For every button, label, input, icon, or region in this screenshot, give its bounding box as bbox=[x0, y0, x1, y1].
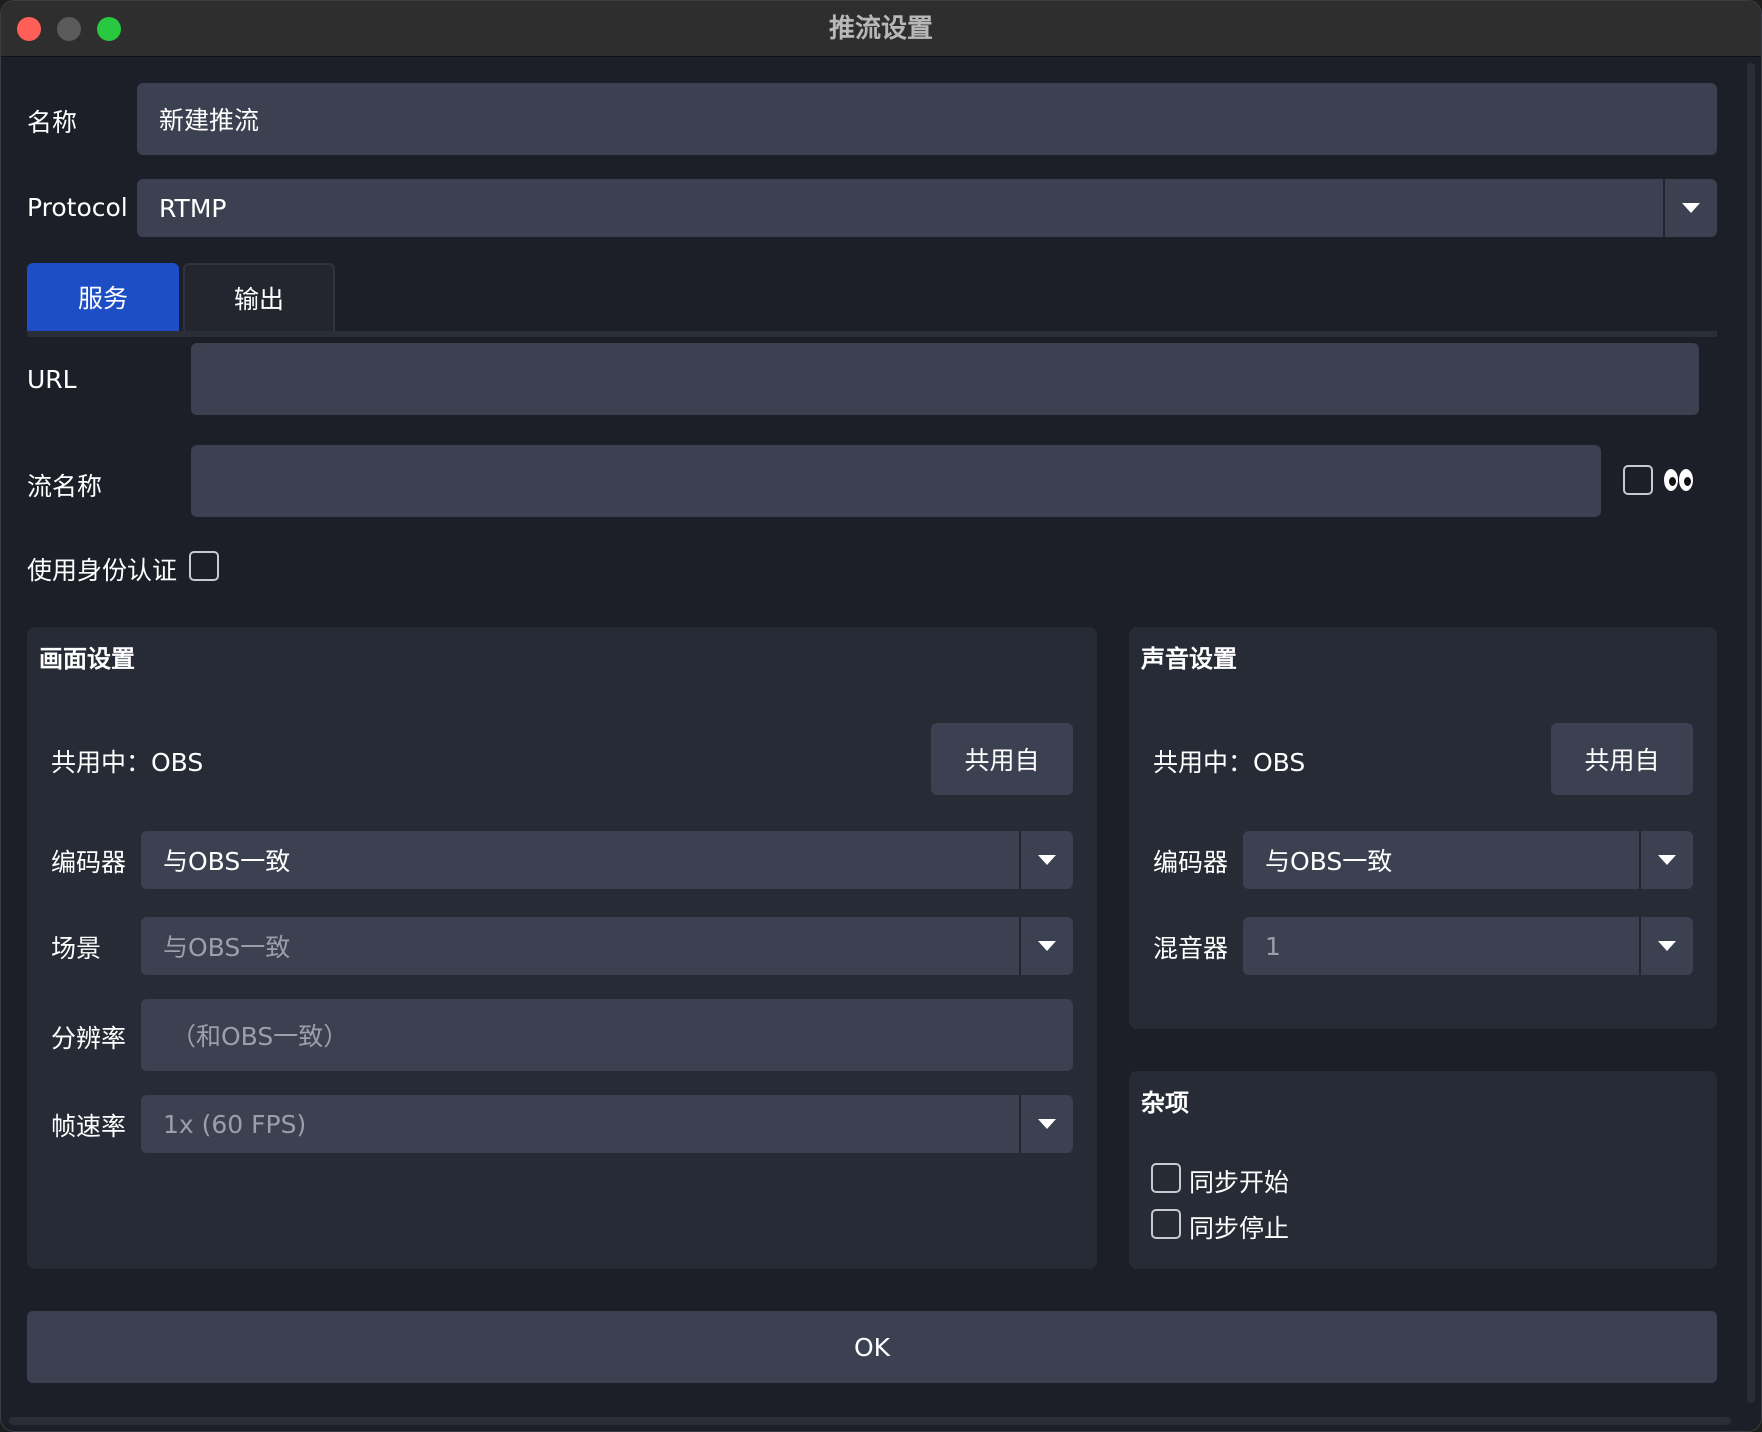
tab-service[interactable]: 服务 bbox=[27, 263, 179, 331]
name-label: 名称 bbox=[27, 108, 78, 137]
title-bar: 推流设置 bbox=[1, 1, 1761, 57]
audio-encoder-select[interactable]: 与OBS一致 bbox=[1243, 831, 1693, 889]
mixer-value: 1 bbox=[1265, 931, 1281, 961]
protocol-label: Protocol bbox=[27, 193, 128, 222]
audio-share-from-button[interactable]: 共用自 bbox=[1551, 723, 1693, 795]
url-label: URL bbox=[27, 365, 77, 394]
tab-divider bbox=[27, 331, 1717, 337]
misc-group: 杂项 同步开始 同步停止 bbox=[1129, 1071, 1717, 1269]
audio-settings-title: 声音设置 bbox=[1141, 645, 1237, 673]
scene-value: 与OBS一致 bbox=[163, 933, 291, 962]
video-share-from-label: 共用自 bbox=[964, 746, 1040, 775]
url-input[interactable] bbox=[191, 343, 1699, 415]
stream-key-label: 流名称 bbox=[27, 472, 103, 501]
auth-label: 使用身份认证 bbox=[27, 556, 178, 585]
vertical-scrollbar[interactable] bbox=[1747, 63, 1755, 1403]
video-sharing-text: 共用中：OBS bbox=[51, 748, 204, 777]
chevron-down-icon bbox=[1019, 917, 1073, 975]
ok-button-label: OK bbox=[853, 1332, 891, 1362]
chevron-down-icon bbox=[1019, 1095, 1073, 1153]
audio-encoder-label: 编码器 bbox=[1153, 848, 1229, 877]
eyes-icon bbox=[1663, 467, 1695, 495]
resolution-label: 分辨率 bbox=[51, 1024, 127, 1053]
window-title: 推流设置 bbox=[828, 14, 933, 44]
protocol-select[interactable]: RTMP bbox=[137, 179, 1717, 237]
tab-output-label: 输出 bbox=[233, 285, 284, 314]
video-settings-group: 画面设置 共用中：OBS 共用自 编码器 与OBS一致 场景 与OBS一致 分辨… bbox=[27, 627, 1097, 1269]
chevron-down-icon bbox=[1663, 179, 1717, 237]
stream-settings-window: 推流设置 名称 新建推流 Protocol RTMP 服务 输出 URL 流名称… bbox=[0, 0, 1762, 1432]
resolution-placeholder: （和OBS一致） bbox=[171, 1022, 349, 1051]
mixer-select[interactable]: 1 bbox=[1243, 917, 1693, 975]
video-encoder-value: 与OBS一致 bbox=[163, 847, 291, 876]
sync-start-label: 同步开始 bbox=[1189, 1168, 1290, 1197]
ok-button[interactable]: OK bbox=[27, 1311, 1717, 1383]
fps-select[interactable]: 1x (60 FPS) bbox=[141, 1095, 1073, 1153]
name-input[interactable]: 新建推流 bbox=[137, 83, 1717, 155]
misc-title: 杂项 bbox=[1141, 1089, 1189, 1117]
sync-start-checkbox[interactable] bbox=[1151, 1163, 1181, 1193]
fps-value: 1x (60 FPS) bbox=[163, 1109, 307, 1139]
sync-stop-checkbox[interactable] bbox=[1151, 1209, 1181, 1239]
scene-label: 场景 bbox=[51, 934, 102, 963]
audio-share-from-label: 共用自 bbox=[1584, 746, 1660, 775]
tab-output[interactable]: 输出 bbox=[183, 263, 335, 331]
video-share-from-button[interactable]: 共用自 bbox=[931, 723, 1073, 795]
chevron-down-icon bbox=[1019, 831, 1073, 889]
stream-key-input[interactable] bbox=[191, 445, 1601, 517]
auth-checkbox[interactable] bbox=[189, 551, 219, 581]
horizontal-scrollbar[interactable] bbox=[9, 1417, 1731, 1425]
video-encoder-select[interactable]: 与OBS一致 bbox=[141, 831, 1073, 889]
resolution-input[interactable]: （和OBS一致） bbox=[141, 999, 1073, 1071]
protocol-select-value: RTMP bbox=[159, 193, 227, 223]
audio-encoder-value: 与OBS一致 bbox=[1265, 847, 1393, 876]
chevron-down-icon bbox=[1639, 917, 1693, 975]
mixer-label: 混音器 bbox=[1153, 934, 1229, 963]
tab-service-label: 服务 bbox=[77, 284, 128, 313]
video-encoder-label: 编码器 bbox=[51, 848, 127, 877]
fps-label: 帧速率 bbox=[51, 1112, 127, 1141]
show-stream-key-checkbox[interactable] bbox=[1623, 465, 1653, 495]
scene-select[interactable]: 与OBS一致 bbox=[141, 917, 1073, 975]
chevron-down-icon bbox=[1639, 831, 1693, 889]
audio-settings-group: 声音设置 共用中：OBS 共用自 编码器 与OBS一致 混音器 1 bbox=[1129, 627, 1717, 1029]
sync-stop-label: 同步停止 bbox=[1189, 1214, 1290, 1243]
audio-sharing-text: 共用中：OBS bbox=[1153, 748, 1306, 777]
name-input-value: 新建推流 bbox=[159, 106, 260, 135]
video-settings-title: 画面设置 bbox=[39, 645, 135, 673]
